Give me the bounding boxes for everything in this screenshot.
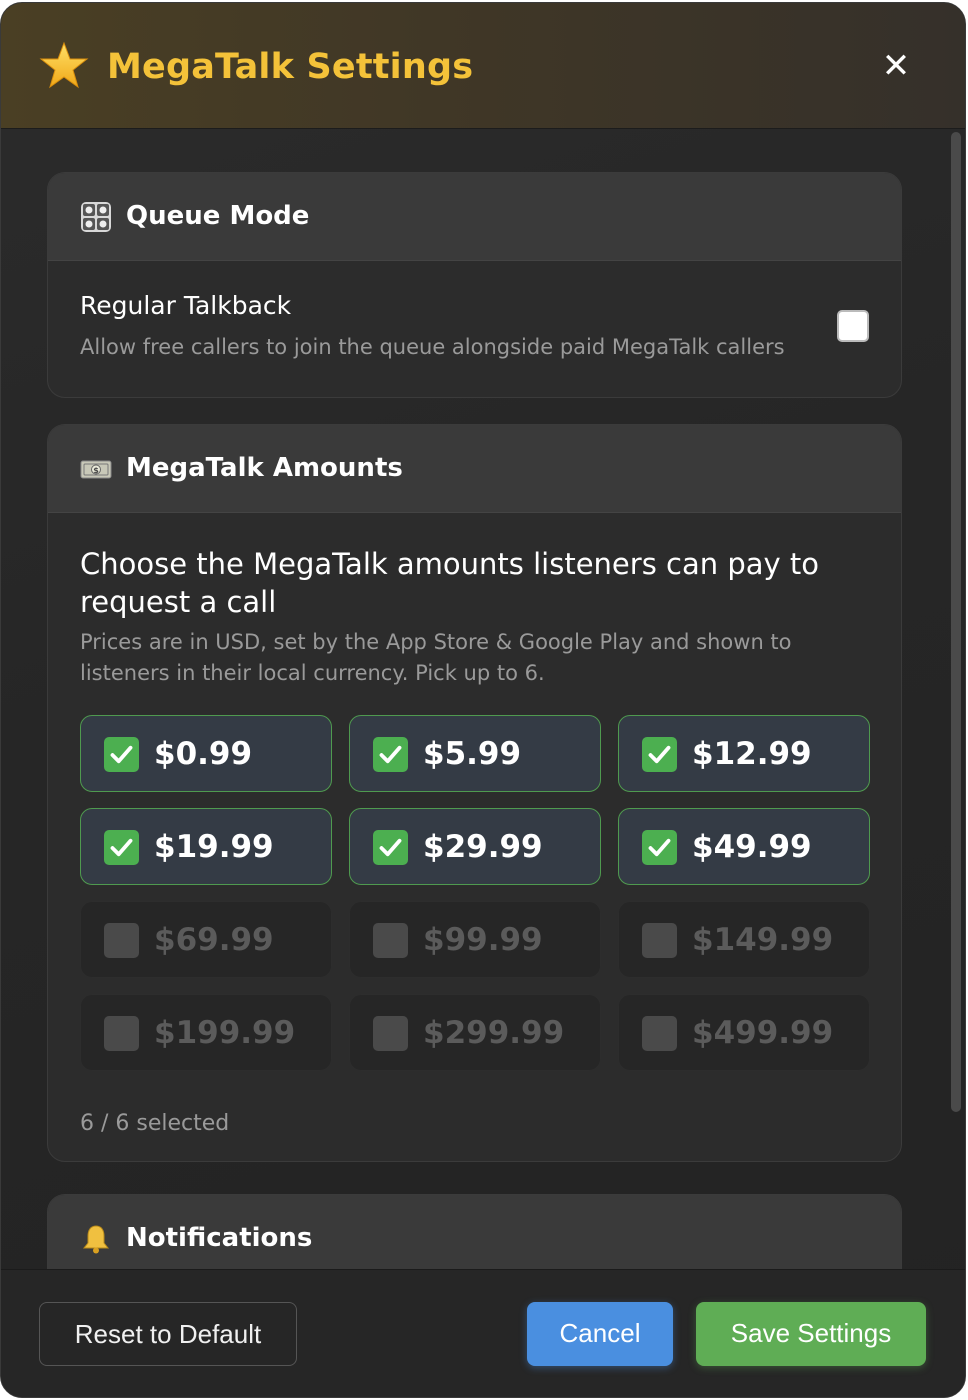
settings-scroll-area[interactable]: Queue Mode Regular Talkback Allow free c…: [1, 130, 947, 1270]
cancel-button[interactable]: Cancel: [527, 1302, 673, 1366]
megatalk-amounts-header: $ MegaTalk Amounts: [48, 425, 901, 513]
amount-option[interactable]: $0.99: [80, 715, 332, 792]
notifications-card: Notifications: [47, 1194, 902, 1270]
amount-checkbox[interactable]: [642, 923, 677, 958]
amount-price: $99.99: [423, 922, 543, 958]
regular-talkback-label: Regular Talkback: [80, 291, 292, 320]
checkmark-icon: [110, 745, 133, 764]
checkmark-icon: [648, 838, 671, 857]
amount-option[interactable]: $299.99: [349, 994, 601, 1071]
megatalk-amounts-title: MegaTalk Amounts: [126, 453, 403, 483]
regular-talkback-description: Allow free callers to join the queue alo…: [80, 335, 785, 359]
amount-checkbox[interactable]: [104, 830, 139, 865]
amount-checkbox[interactable]: [642, 1016, 677, 1051]
amount-price: $499.99: [692, 1015, 834, 1051]
reset-to-default-button[interactable]: Reset to Default: [39, 1302, 297, 1366]
amount-checkbox[interactable]: [642, 830, 677, 865]
amount-option[interactable]: $49.99: [618, 808, 870, 885]
amount-checkbox[interactable]: [104, 737, 139, 772]
amount-price: $19.99: [154, 829, 274, 865]
amounts-intro: Choose the MegaTalk amounts listeners ca…: [80, 547, 820, 619]
checkmark-icon: [110, 838, 133, 857]
queue-mode-header: Queue Mode: [48, 173, 901, 261]
settings-dialog: MegaTalk Settings ✕ Queue Mode Regular T…: [0, 2, 966, 1398]
amount-checkbox[interactable]: [373, 1016, 408, 1051]
amount-checkbox[interactable]: [373, 923, 408, 958]
scrollbar[interactable]: [949, 130, 963, 1270]
queue-mode-card: Queue Mode Regular Talkback Allow free c…: [47, 172, 902, 398]
checkmark-icon: [379, 745, 402, 764]
notifications-title: Notifications: [126, 1223, 313, 1253]
notifications-header: Notifications: [48, 1195, 901, 1270]
checkmark-icon: [379, 838, 402, 857]
bell-icon: [82, 1225, 110, 1254]
regular-talkback-checkbox[interactable]: [837, 310, 869, 342]
amount-price: $69.99: [154, 922, 274, 958]
amount-price: $0.99: [154, 736, 253, 772]
amount-price: $49.99: [692, 829, 812, 865]
amount-option[interactable]: $499.99: [618, 994, 870, 1071]
amount-price: $149.99: [692, 922, 834, 958]
amount-option[interactable]: $5.99: [349, 715, 601, 792]
save-settings-button[interactable]: Save Settings: [696, 1302, 926, 1366]
amount-options-grid: $0.99 $5.99 $12.99 $19.99 $29.99 $49.99 $69.99…: [80, 715, 872, 1075]
amount-option[interactable]: $12.99: [618, 715, 870, 792]
amount-checkbox[interactable]: [642, 737, 677, 772]
amount-price: $5.99: [423, 736, 522, 772]
dollar-banknote-icon: $: [80, 460, 112, 479]
amount-option[interactable]: $19.99: [80, 808, 332, 885]
amount-checkbox[interactable]: [104, 1016, 139, 1051]
megatalk-amounts-card: $ MegaTalk Amounts Choose the MegaTalk a…: [47, 424, 902, 1162]
amount-price: $299.99: [423, 1015, 565, 1051]
amount-option[interactable]: $199.99: [80, 994, 332, 1071]
star-icon: [39, 41, 89, 89]
amount-price: $12.99: [692, 736, 812, 772]
amount-option[interactable]: $69.99: [80, 901, 332, 978]
amount-price: $29.99: [423, 829, 543, 865]
control-knobs-icon: [81, 202, 111, 232]
amount-option[interactable]: $29.99: [349, 808, 601, 885]
amounts-note: Prices are in USD, set by the App Store …: [80, 630, 792, 685]
queue-mode-title: Queue Mode: [126, 201, 310, 231]
dialog-header: MegaTalk Settings ✕: [1, 3, 965, 129]
dialog-title: MegaTalk Settings: [107, 47, 474, 87]
checkmark-icon: [648, 745, 671, 764]
dialog-footer: Reset to Default Cancel Save Settings: [1, 1269, 965, 1397]
amount-checkbox[interactable]: [373, 737, 408, 772]
close-icon[interactable]: ✕: [877, 47, 915, 85]
amount-checkbox[interactable]: [104, 923, 139, 958]
svg-text:$: $: [93, 466, 99, 475]
amount-price: $199.99: [154, 1015, 296, 1051]
selected-count: 6 / 6 selected: [80, 1111, 230, 1136]
scrollbar-thumb[interactable]: [951, 132, 961, 1112]
amount-checkbox[interactable]: [373, 830, 408, 865]
amount-option[interactable]: $99.99: [349, 901, 601, 978]
amount-option[interactable]: $149.99: [618, 901, 870, 978]
